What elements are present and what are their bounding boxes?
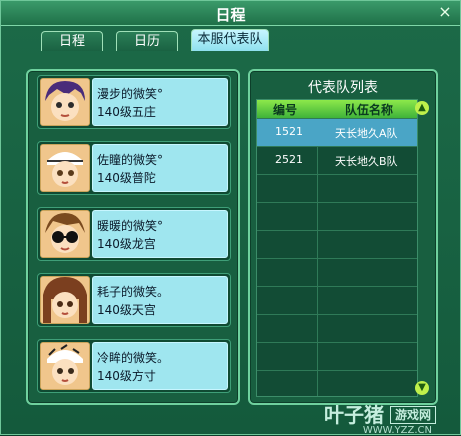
avatar-portrait	[41, 277, 89, 323]
member-card[interactable]: 佐瞳的微笑° 140级普陀	[37, 141, 231, 195]
tab-schedule[interactable]: 日程	[41, 31, 103, 51]
avatar-portrait	[41, 211, 89, 257]
team-table: 编号 队伍名称 1521 天长地久A队 2521 天长地久B队	[256, 99, 418, 397]
team-name: 天长地久B队	[335, 155, 398, 168]
watermark-brand: 叶子猪	[323, 403, 384, 427]
member-level: 140级五庄	[97, 105, 156, 119]
column-header-team-name[interactable]: 队伍名称	[345, 101, 393, 118]
table-row	[257, 202, 417, 230]
team-list-title: 代表队列表	[308, 80, 378, 96]
watermark-url: WWW.YZZ.CN	[362, 425, 432, 436]
table-scrollbar[interactable]: ▲ ▼	[414, 99, 430, 397]
title-bar[interactable]: 日程 ×	[1, 1, 460, 26]
member-info: 暖暖的微笑° 140级龙宫	[92, 210, 228, 258]
avatar-portrait	[41, 343, 89, 389]
table-row	[257, 174, 417, 202]
tab-calendar[interactable]: 日历	[116, 31, 178, 51]
table-row	[257, 258, 417, 286]
table-row[interactable]: 1521 天长地久A队	[257, 118, 417, 146]
close-icon[interactable]: ×	[436, 3, 454, 21]
table-header: 编号 队伍名称	[257, 100, 417, 118]
watermark-badge: 游戏网	[389, 406, 436, 424]
member-name: 佐瞳的微笑°	[97, 153, 164, 167]
avatar	[40, 78, 90, 126]
team-name: 天长地久A队	[335, 127, 398, 140]
member-name: 耗子的微笑。	[97, 285, 170, 299]
member-card[interactable]: 耗子的微笑。 140级天宫	[37, 273, 231, 327]
member-info: 冷眸的微笑。 140级方寸	[92, 342, 228, 390]
avatar-portrait	[41, 79, 89, 125]
member-level: 140级天宫	[97, 303, 156, 317]
window-title: 日程	[215, 6, 246, 24]
table-row[interactable]: 2521 天长地久B队	[257, 146, 417, 174]
tab-bar: 日程 日历 本服代表队	[1, 29, 461, 53]
scroll-down-icon[interactable]: ▼	[415, 381, 429, 395]
team-id: 2521	[275, 153, 303, 166]
team-list-panel: 代表队列表 编号 队伍名称 1521 天长地久A队 2521 天长地久B队 ▲ …	[248, 69, 438, 405]
avatar	[40, 210, 90, 258]
table-row	[257, 314, 417, 342]
team-id: 1521	[275, 125, 303, 138]
avatar	[40, 276, 90, 324]
member-level: 140级龙宫	[97, 237, 156, 251]
member-level: 140级普陀	[97, 171, 156, 185]
schedule-window: 日程 × 日程 日历 本服代表队 漫步的微笑° 140级五庄 佐瞳的微笑° 14…	[0, 0, 461, 436]
avatar	[40, 144, 90, 192]
member-name: 漫步的微笑°	[97, 87, 164, 101]
avatar	[40, 342, 90, 390]
tab-server-team[interactable]: 本服代表队	[191, 29, 269, 51]
avatar-portrait	[41, 145, 89, 191]
table-row	[257, 286, 417, 314]
member-name: 冷眸的微笑。	[97, 351, 170, 365]
watermark-logo: 叶子猪 游戏网	[324, 399, 436, 428]
member-info: 耗子的微笑。 140级天宫	[92, 276, 228, 324]
scroll-up-icon[interactable]: ▲	[415, 101, 429, 115]
member-level: 140级方寸	[97, 369, 156, 383]
table-row	[257, 370, 417, 398]
member-card[interactable]: 冷眸的微笑。 140级方寸	[37, 339, 231, 393]
member-name: 暖暖的微笑°	[97, 219, 164, 233]
table-row	[257, 230, 417, 258]
member-info: 漫步的微笑° 140级五庄	[92, 78, 228, 126]
members-panel: 漫步的微笑° 140级五庄 佐瞳的微笑° 140级普陀 暖暖的微笑° 140级龙…	[26, 69, 240, 405]
member-card[interactable]: 暖暖的微笑° 140级龙宫	[37, 207, 231, 261]
member-info: 佐瞳的微笑° 140级普陀	[92, 144, 228, 192]
column-header-id[interactable]: 编号	[273, 101, 297, 118]
member-card[interactable]: 漫步的微笑° 140级五庄	[37, 75, 231, 129]
table-row	[257, 342, 417, 370]
